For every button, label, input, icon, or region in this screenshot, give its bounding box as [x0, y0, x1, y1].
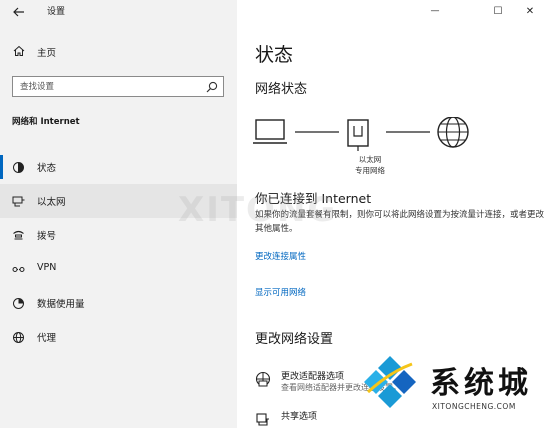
sidebar-item-label: 状态: [37, 163, 57, 174]
minimize-button[interactable]: —: [420, 0, 450, 22]
network-profile-label: 专用网络: [355, 166, 385, 175]
section-title: 网络和 Internet: [12, 117, 80, 127]
change-properties-link[interactable]: 更改连接属性: [255, 250, 306, 262]
search-icon[interactable]: [206, 81, 218, 93]
sidebar-item-vpn[interactable]: VPN: [0, 252, 237, 286]
sidebar-item-dialup[interactable]: 拨号: [0, 218, 237, 252]
sharing-icon: [256, 413, 269, 426]
adapter-label: 以太网: [358, 155, 382, 164]
maximize-button[interactable]: ☐: [483, 0, 513, 22]
vpn-icon: [12, 267, 25, 272]
sidebar-item-label: 以太网: [37, 197, 66, 208]
brand-text: 系统城: [430, 366, 532, 401]
dialup-icon: [13, 230, 24, 240]
connection-description: 如果你的流量套餐有限制，则你可以将此网络设置为按流量计连接，或者更改其他属性。: [255, 210, 545, 234]
sidebar-item-label: 拨号: [37, 231, 57, 242]
adapter-icon: [255, 371, 271, 387]
computer-icon: [253, 119, 287, 144]
sidebar-item-label: 数据使用量: [37, 299, 85, 310]
globe-icon: [437, 117, 469, 148]
sidebar-home-label: 主页: [37, 48, 57, 59]
page-title: 状态: [255, 44, 294, 66]
home-icon: [13, 45, 25, 56]
sidebar-item-data-usage[interactable]: 数据使用量: [0, 286, 237, 320]
app-title: 设置: [47, 7, 66, 17]
option-title: 共享选项: [281, 412, 318, 422]
proxy-icon: [13, 332, 24, 343]
sidebar-item-status[interactable]: 状态: [0, 150, 237, 184]
close-button[interactable]: ✕: [515, 0, 545, 22]
search-box[interactable]: [12, 76, 224, 97]
ethernet-icon: [12, 196, 25, 207]
sidebar-item-home[interactable]: 主页: [0, 40, 237, 62]
back-arrow-icon: [13, 7, 24, 17]
sidebar-nav: 状态 以太网 拨号 VPN 数据使用量 代理: [0, 150, 237, 354]
maximize-icon: ☐: [493, 5, 503, 17]
brand-url: XITONGCHENG.COM: [432, 402, 516, 411]
change-settings-heading: 更改网络设置: [255, 332, 334, 347]
show-networks-link[interactable]: 显示可用网络: [255, 286, 306, 298]
settings-window: 设置 主页 网络和 Internet 状态: [0, 0, 550, 428]
brand-logo-icon: [364, 356, 416, 408]
sidebar-item-label: 代理: [37, 333, 57, 344]
option-title: 更改适配器选项: [281, 372, 345, 382]
ethernet-adapter-icon: [347, 119, 369, 151]
data-usage-icon: [13, 298, 24, 309]
sidebar: 设置 主页 网络和 Internet 状态: [0, 0, 237, 428]
network-status-heading: 网络状态: [255, 82, 308, 97]
minimize-icon: —: [430, 6, 440, 16]
close-icon: ✕: [525, 5, 535, 17]
status-icon: [13, 162, 24, 173]
sidebar-item-label: VPN: [37, 262, 57, 273]
search-input[interactable]: [13, 77, 198, 96]
connection-status-title: 你已连接到 Internet: [255, 191, 372, 206]
sidebar-item-ethernet[interactable]: 以太网: [0, 184, 237, 218]
sidebar-item-proxy[interactable]: 代理: [0, 320, 237, 354]
selection-indicator: [0, 155, 3, 179]
back-button[interactable]: [8, 2, 30, 22]
